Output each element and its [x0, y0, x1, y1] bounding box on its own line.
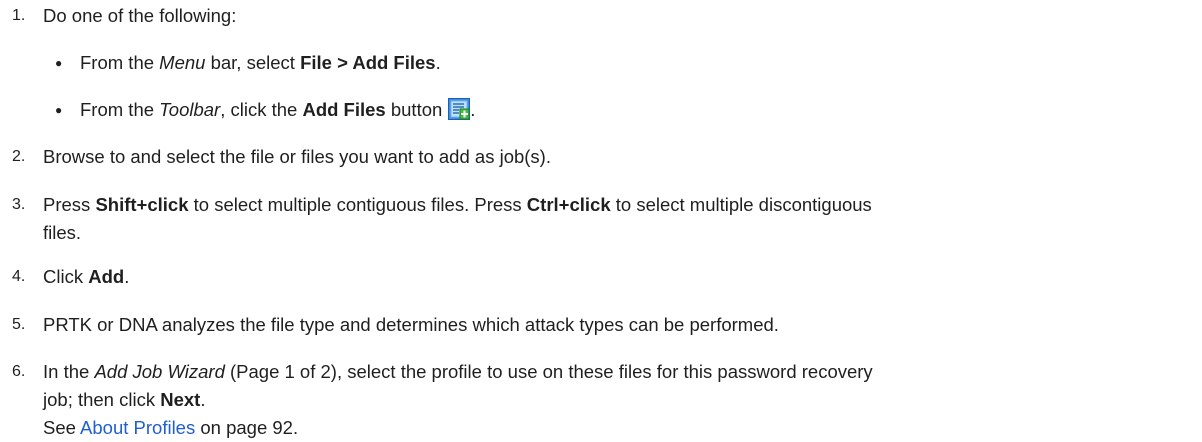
bullet-text: From the Toolbar, click the Add Files bu…: [80, 96, 475, 124]
step-number: 3.: [12, 196, 26, 213]
text-run: .: [124, 266, 130, 287]
text-run: Press: [43, 194, 96, 215]
toolbar-term: Toolbar: [159, 99, 221, 120]
shortcut: Shift+click: [95, 194, 189, 215]
menu-command: File > Add Files: [300, 52, 436, 73]
bullet-text: From the Menu bar, select File > Add Fil…: [80, 49, 441, 77]
text-run: From the: [80, 52, 160, 73]
step-3: 3. Press Shift+click to select multiple …: [12, 191, 1192, 247]
text-run: to select multiple contiguous files. Pre…: [188, 194, 527, 215]
text-run: From the: [80, 99, 160, 120]
button-name: Add Files: [302, 99, 386, 120]
text-run: on page 92.: [195, 417, 299, 438]
menu-term: Menu: [159, 52, 206, 73]
text-run: files.: [43, 222, 82, 243]
step-number: 1.: [12, 7, 26, 24]
step-text: Press Shift+click to select multiple con…: [43, 191, 1192, 247]
button-name: Add: [88, 266, 125, 287]
step-text: In the Add Job Wizard (Page 1 of 2), sel…: [43, 358, 1192, 442]
text-run: bar, select: [205, 52, 301, 73]
step-number: 2.: [12, 148, 26, 165]
text-run: job; then click: [43, 389, 161, 410]
step-text: Do one of the following:: [43, 5, 237, 26]
wizard-name: Add Job Wizard: [94, 361, 225, 382]
text-run: (Page 1 of 2), select the profile to use…: [224, 361, 873, 382]
text-run: See: [43, 417, 81, 438]
step-number: 5.: [12, 316, 26, 333]
step-number: 6.: [12, 363, 26, 380]
step-text: PRTK or DNA analyzes the file type and d…: [43, 314, 779, 335]
step-6: 6. In the Add Job Wizard (Page 1 of 2), …: [12, 358, 1192, 438]
text-run: .: [200, 389, 206, 410]
step-text: Browse to and select the file or files y…: [43, 146, 551, 167]
add-files-icon: [448, 98, 471, 120]
text-run: .: [470, 99, 476, 120]
shortcut: Ctrl+click: [526, 194, 611, 215]
step-text: Click Add.: [43, 263, 1192, 291]
text-run: Click: [43, 266, 89, 287]
bullet-dot: ●: [55, 103, 63, 117]
bullet-dot: ●: [55, 56, 63, 70]
text-run: button: [385, 99, 443, 120]
text-run: to select multiple discontiguous: [610, 194, 872, 215]
text-run: .: [435, 52, 441, 73]
step-number: 4.: [12, 268, 26, 285]
button-name: Next: [160, 389, 201, 410]
text-run: In the: [43, 361, 95, 382]
about-profiles-link[interactable]: About Profiles: [80, 417, 195, 438]
text-run: , click the: [220, 99, 303, 120]
